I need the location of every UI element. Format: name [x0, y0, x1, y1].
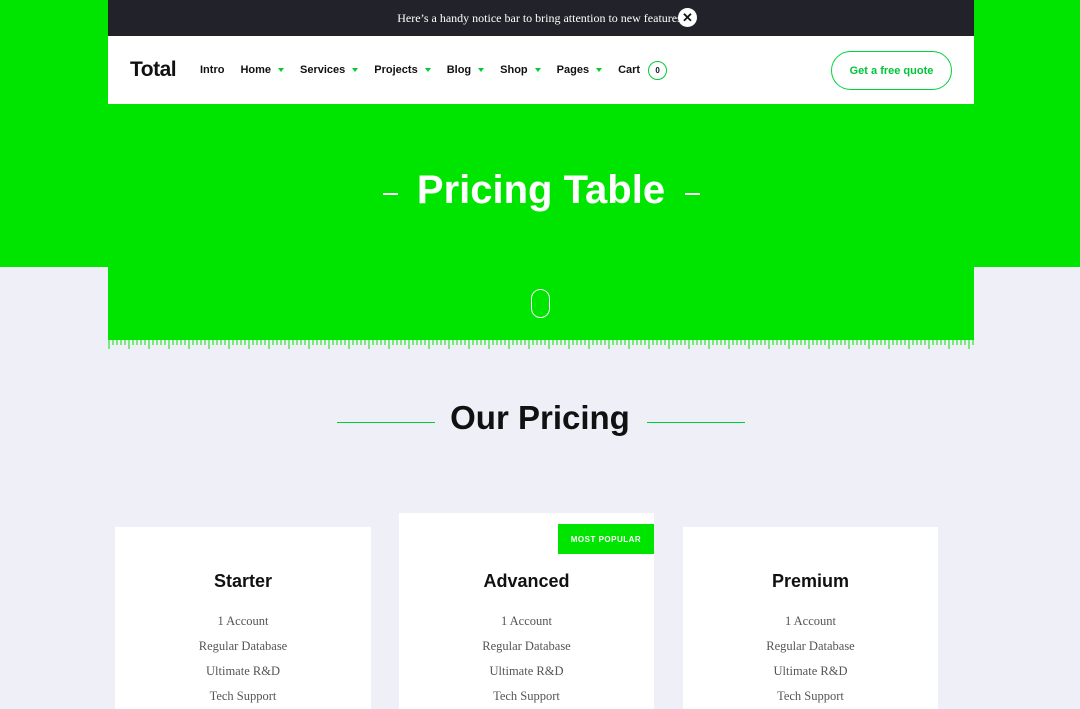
- plan-feature: Ultimate R&D: [489, 664, 564, 678]
- nav-item-pages[interactable]: Pages: [556, 64, 603, 76]
- caret-down-icon: [596, 68, 603, 72]
- title-dash-right: [685, 193, 700, 195]
- nav-item-label: Intro: [200, 64, 225, 76]
- plan-feature: Regular Database: [198, 639, 288, 653]
- nav-item-projects[interactable]: Projects: [374, 64, 431, 76]
- plan-feature: Ultimate R&D: [206, 664, 280, 678]
- nav-item-intro[interactable]: Intro: [200, 64, 224, 76]
- get-quote-button[interactable]: Get a free quote: [831, 51, 952, 90]
- close-icon[interactable]: ✕: [678, 8, 697, 27]
- pricing-card-premium: Premium 1 Account Regular Database Ultim…: [683, 527, 938, 709]
- section-title-line-right: [647, 422, 745, 423]
- nav-item-label: Pages: [556, 64, 590, 76]
- page-hero: Pricing Table: [108, 104, 974, 349]
- nav-item-label: Shop: [500, 64, 528, 76]
- cart-count-badge: 0: [648, 60, 668, 80]
- nav-item-label: Services: [300, 64, 346, 76]
- caret-down-icon: [278, 68, 285, 72]
- nav-item-blog[interactable]: Blog: [446, 64, 485, 76]
- page-title: Pricing Table: [416, 168, 666, 212]
- site-container: Here’s a handy notice bar to bring atten…: [108, 0, 974, 349]
- logo[interactable]: Total: [130, 58, 177, 82]
- main-nav: Intro Home Services Projects Blog Shop P…: [200, 36, 683, 104]
- cart-label: Cart: [618, 64, 641, 76]
- caret-down-icon: [534, 68, 541, 72]
- site-header: Total Intro Home Services Projects Blog: [108, 36, 974, 104]
- plan-name: Advanced: [483, 571, 570, 591]
- pricing-card-starter: Starter 1 Account Regular Database Ultim…: [115, 527, 371, 709]
- section-title: Our Pricing: [450, 399, 630, 436]
- notice-bar: Here’s a handy notice bar to bring atten…: [108, 0, 974, 36]
- nav-item-shop[interactable]: Shop: [500, 64, 541, 76]
- plan-name: Premium: [771, 571, 850, 591]
- nav-item-home[interactable]: Home: [240, 64, 285, 76]
- caret-down-icon: [424, 68, 431, 72]
- plan-feature: Tech Support: [777, 689, 844, 703]
- nav-item-label: Blog: [446, 64, 472, 76]
- plan-feature: Ultimate R&D: [773, 664, 848, 678]
- nav-item-label: Home: [240, 64, 272, 76]
- plan-feature: Regular Database: [766, 639, 855, 653]
- most-popular-badge: MOST POPULAR: [558, 524, 654, 554]
- notice-text: Here’s a handy notice bar to bring atten…: [397, 10, 685, 25]
- plan-feature: 1 Account: [217, 614, 269, 628]
- caret-down-icon: [352, 68, 359, 72]
- plan-feature: Tech Support: [209, 689, 277, 703]
- plan-feature: Regular Database: [482, 639, 571, 653]
- plan-feature: Tech Support: [493, 689, 560, 703]
- nav-item-label: Projects: [374, 64, 418, 76]
- ruler-divider: [108, 340, 974, 349]
- nav-item-services[interactable]: Services: [300, 64, 359, 76]
- mouse-icon[interactable]: [531, 289, 550, 318]
- plan-name: Starter: [213, 571, 273, 591]
- pricing-card-advanced: MOST POPULAR Advanced 1 Account Regular …: [399, 513, 654, 709]
- caret-down-icon: [478, 68, 485, 72]
- plan-feature: 1 Account: [784, 614, 837, 628]
- nav-item-cart[interactable]: Cart 0: [618, 60, 668, 80]
- plan-feature: 1 Account: [500, 614, 553, 628]
